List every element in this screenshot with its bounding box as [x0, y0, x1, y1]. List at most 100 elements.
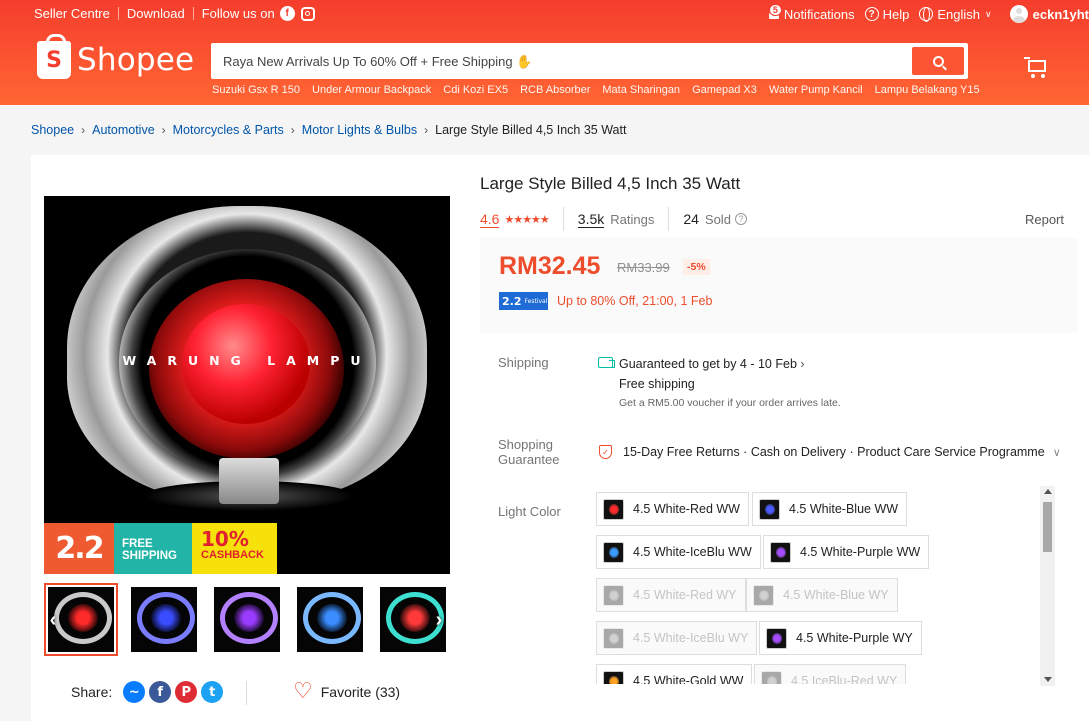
ratings-count[interactable]: 3.5k — [577, 211, 605, 228]
chevron-left-icon[interactable]: ‹ — [43, 607, 63, 633]
shipping-guarantee[interactable]: Guaranteed to get by 4 - 10 Feb › — [619, 357, 805, 371]
light-color-option: 4.5 White-IceBlu WY — [596, 621, 758, 655]
option-label: 4.5 White-Blue WY — [783, 588, 889, 602]
light-color-option: 4.5 IceBlu-Red WY — [754, 664, 907, 684]
option-label: 4.5 White-Purple WW — [800, 545, 921, 559]
follow-us-label: Follow us on — [201, 6, 275, 21]
chevron-right-icon[interactable]: › — [429, 607, 449, 633]
pinterest-icon[interactable]: P — [175, 681, 198, 703]
trending-keyword[interactable]: Water Pump Kancil — [769, 84, 863, 96]
trending-keyword[interactable]: Mata Sharingan — [602, 84, 680, 96]
search-input[interactable] — [211, 43, 901, 79]
guarantee-details[interactable]: 15-Day Free Returns · Cash on Delivery ·… — [623, 445, 1061, 459]
trending-keyword[interactable]: Cdi Kozi EX5 — [443, 84, 508, 96]
divider — [117, 7, 119, 20]
trending-keywords: Suzuki Gsx R 150 Under Armour Backpack Cdi… — [212, 84, 992, 96]
facebook-icon[interactable]: f — [149, 681, 172, 703]
promo-cashback: 10% CASHBACK — [192, 523, 277, 574]
sold-label: Sold — [704, 211, 731, 227]
messenger-icon[interactable]: ~ — [123, 681, 146, 703]
color-swatch — [753, 584, 774, 606]
breadcrumb-link[interactable]: Automotive — [92, 123, 155, 137]
festival-text: Up to 80% Off, 21:00, 1 Feb — [557, 294, 713, 308]
discount-badge: -5% — [683, 259, 710, 275]
twitter-icon[interactable]: t — [201, 681, 224, 703]
color-swatch — [603, 498, 624, 520]
facebook-icon[interactable]: f — [279, 6, 295, 21]
light-color-option[interactable]: 4.5 White-Purple WW — [763, 535, 930, 569]
account-menu[interactable]: eckn1yht — [1009, 5, 1089, 23]
image-watermark: WARUNG LAMPU — [122, 353, 372, 368]
language-label: English — [937, 6, 981, 22]
shopee-logo[interactable]: S Shopee — [37, 34, 194, 79]
chevron-right-icon: › — [424, 123, 429, 137]
breadcrumb-current: Large Style Billed 4,5 Inch 35 Watt — [435, 123, 627, 137]
light-color-option[interactable]: 4.5 White-Red WW — [596, 492, 749, 526]
cart-icon[interactable] — [1024, 57, 1049, 79]
trending-keyword[interactable]: RCB Absorber — [520, 84, 590, 96]
chevron-down-icon: ∨ — [985, 8, 992, 19]
chevron-right-icon: › — [81, 123, 86, 137]
ratings-label: Ratings — [610, 211, 655, 227]
share-label: Share: — [71, 684, 113, 700]
notifications-badge: 5 — [768, 4, 782, 16]
product-thumbnail[interactable] — [210, 583, 284, 656]
search-icon — [932, 55, 944, 67]
search-button[interactable] — [912, 47, 964, 75]
breadcrumb-link[interactable]: Motor Lights & Bulbs — [302, 123, 417, 137]
site-header: Seller Centre Download Follow us on f 5 … — [0, 0, 1089, 105]
thumbnail-strip — [44, 583, 450, 656]
shipping-label: Shipping — [498, 355, 549, 370]
original-price: RM33.99 — [617, 260, 670, 275]
option-label: 4.5 White-Purple WY — [796, 631, 913, 645]
trending-keyword[interactable]: Lampu Belakang Y15 — [875, 84, 980, 96]
product-title: Large Style Billed 4,5 Inch 35 Watt — [480, 174, 741, 193]
username: eckn1yht — [1032, 6, 1089, 22]
option-label: 4.5 White-Blue WW — [789, 502, 899, 516]
download-link[interactable]: Download — [127, 6, 185, 21]
light-color-option[interactable]: 4.5 White-Purple WY — [759, 621, 922, 655]
product-main-image[interactable]: WARUNG LAMPU 2.2 FREE SHIPPING 10% CASHB… — [44, 196, 450, 574]
rating-value[interactable]: 4.6 — [480, 211, 500, 228]
product-thumbnail[interactable] — [127, 583, 201, 656]
light-color-option[interactable]: 4.5 White-Gold WW — [596, 664, 753, 684]
promo-banner: 2.2 FREE SHIPPING 10% CASHBACK — [44, 523, 277, 574]
product-card: WARUNG LAMPU 2.2 FREE SHIPPING 10% CASHB… — [31, 155, 1089, 721]
light-color-option: 4.5 White-Red WY — [596, 578, 746, 612]
notifications-link[interactable]: 5 Notifications — [767, 4, 855, 22]
scroll-down-icon — [1044, 677, 1052, 682]
avatar — [1009, 5, 1028, 23]
shipping-note: Get a RM5.00 voucher if your order arriv… — [619, 397, 841, 409]
truck-icon — [598, 357, 615, 368]
color-swatch — [603, 584, 624, 606]
instagram-icon[interactable] — [300, 6, 315, 21]
divider — [246, 681, 247, 705]
color-swatch — [603, 541, 624, 563]
seller-centre-link[interactable]: Seller Centre — [34, 6, 110, 21]
current-price: RM32.45 — [499, 252, 601, 280]
heart-icon: ♡ — [293, 679, 313, 704]
language-selector[interactable]: English ∨ — [919, 6, 992, 22]
shopping-bag-icon: S — [37, 34, 71, 79]
share-row: Share: ~ f P t — [71, 681, 224, 703]
light-color-option[interactable]: 4.5 White-Blue WW — [752, 492, 908, 526]
sold-count: 24 — [683, 211, 699, 227]
trending-keyword[interactable]: Gamepad X3 — [692, 84, 757, 96]
star-rating-icon: ★★★★★ — [504, 212, 549, 226]
breadcrumb-link[interactable]: Shopee — [31, 123, 74, 137]
favorite-button[interactable]: ♡ Favorite (33) — [293, 679, 400, 704]
breadcrumb-link[interactable]: Motorcycles & Parts — [173, 123, 284, 137]
product-thumbnail[interactable] — [293, 583, 367, 656]
color-swatch — [766, 627, 787, 649]
trending-keyword[interactable]: Suzuki Gsx R 150 — [212, 84, 300, 96]
option-label: 4.5 White-Red WW — [633, 502, 740, 516]
breadcrumb: Shopee › Automotive › Motorcycles & Parts › Mo… — [31, 123, 626, 137]
help-link[interactable]: ? Help — [864, 7, 909, 22]
chevron-right-icon: › — [290, 123, 295, 137]
light-color-option[interactable]: 4.5 White-IceBlu WW — [596, 535, 761, 569]
report-link[interactable]: Report — [1025, 212, 1064, 227]
options-scrollbar[interactable] — [1040, 486, 1055, 686]
trending-keyword[interactable]: Under Armour Backpack — [312, 84, 431, 96]
option-label: 4.5 White-Red WY — [633, 588, 737, 602]
help-icon[interactable]: ? — [734, 213, 747, 225]
